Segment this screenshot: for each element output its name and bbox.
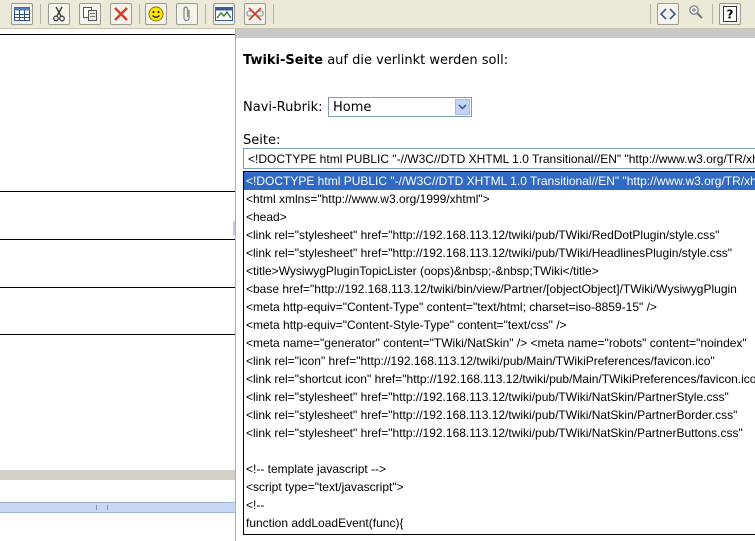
cut-icon — [53, 6, 65, 22]
table-border-line — [0, 239, 240, 240]
link-dialog: Twiki-Seite auf die verlinkt werden soll… — [235, 29, 755, 541]
list-item[interactable] — [244, 442, 755, 460]
seite-label: Seite: — [243, 133, 281, 148]
chevron-down-icon[interactable] — [455, 99, 470, 115]
zoom-icon — [689, 5, 703, 19]
cut-button[interactable] — [48, 3, 70, 25]
smiley-icon — [148, 6, 164, 22]
list-item[interactable]: <meta name="generator" content="TWiki/Na… — [244, 334, 755, 352]
seite-dropdown-list[interactable]: <!DOCTYPE html PUBLIC "-//W3C//DTD XHTML… — [243, 171, 755, 535]
attachment-icon — [183, 6, 190, 22]
seite-select[interactable]: <!DOCTYPE html PUBLIC "-//W3C//DTD XHTML… — [243, 148, 755, 169]
list-item[interactable]: <!-- template javascript --> — [244, 460, 755, 478]
list-item[interactable]: <link rel="shortcut icon" href="http://1… — [244, 370, 755, 388]
list-item[interactable]: <!DOCTYPE html PUBLIC "-//W3C//DTD XHTML… — [244, 172, 755, 190]
dialog-heading: Twiki-Seite auf die verlinkt werden soll… — [243, 53, 508, 68]
list-item[interactable]: <link rel="stylesheet" href="http://192.… — [244, 388, 755, 406]
help-icon: ? — [723, 6, 737, 22]
list-item[interactable]: <head> — [244, 208, 755, 226]
source-code-icon — [660, 8, 676, 20]
editor-toolbar: ? — [0, 0, 755, 29]
editor-content-area[interactable] — [0, 29, 240, 541]
table-icon — [14, 7, 30, 21]
list-item[interactable]: <link rel="stylesheet" href="http://192.… — [244, 406, 755, 424]
navi-rubrik-select[interactable]: Home — [328, 97, 472, 117]
source-code-button[interactable] — [657, 3, 679, 25]
list-item[interactable]: <!-- — [244, 496, 755, 514]
copy-icon — [83, 7, 97, 21]
list-item[interactable]: <meta http-equiv="Content-Type" content=… — [244, 298, 755, 316]
zoom-button[interactable] — [688, 4, 706, 22]
list-item[interactable]: <meta http-equiv="Content-Style-Type" co… — [244, 316, 755, 334]
list-item[interactable]: <link rel="stylesheet" href="http://192.… — [244, 244, 755, 262]
horizontal-scrollbar[interactable] — [0, 502, 240, 513]
navi-rubrik-label: Navi-Rubrik: — [243, 100, 323, 115]
attachment-button[interactable] — [176, 3, 198, 25]
table-border-line — [0, 34, 240, 35]
list-item[interactable]: <base href="http://192.168.113.12/twiki/… — [244, 280, 755, 298]
svg-text:?: ? — [727, 8, 734, 22]
navi-rubrik-value: Home — [333, 100, 372, 115]
scrollbar-grip-icon — [96, 505, 108, 510]
unlink-button[interactable] — [244, 3, 266, 25]
list-item[interactable]: <link rel="stylesheet" href="http://192.… — [244, 226, 755, 244]
table-border-line — [0, 287, 240, 288]
list-item[interactable]: <title>WysiwygPluginTopicLister (oops)&n… — [244, 262, 755, 280]
table-border-line — [0, 334, 240, 335]
smiley-button[interactable] — [145, 3, 167, 25]
list-item[interactable]: <link rel="icon" href="http://192.168.11… — [244, 352, 755, 370]
dialog-heading-bold: Twiki-Seite — [243, 53, 324, 68]
copy-button[interactable] — [79, 3, 101, 25]
list-item[interactable]: <html xmlns="http://www.w3.org/1999/xhtm… — [244, 190, 755, 208]
table-border-line — [0, 191, 240, 192]
delete-button[interactable] — [110, 3, 132, 25]
insert-image-button[interactable] — [213, 3, 235, 25]
help-button[interactable]: ? — [719, 3, 741, 25]
insert-table-button[interactable] — [11, 3, 33, 25]
editor-status-strip — [0, 470, 240, 480]
unlink-icon — [246, 7, 264, 21]
delete-icon — [114, 7, 128, 21]
image-icon — [215, 7, 233, 21]
dialog-heading-text: auf die verlinkt werden soll: — [323, 53, 509, 68]
list-item[interactable]: function addLoadEvent(func){ — [244, 514, 755, 532]
dialog-title-bar — [236, 29, 755, 38]
list-item[interactable]: <link rel="stylesheet" href="http://192.… — [244, 424, 755, 442]
list-item[interactable]: <script type="text/javascript"> — [244, 478, 755, 496]
